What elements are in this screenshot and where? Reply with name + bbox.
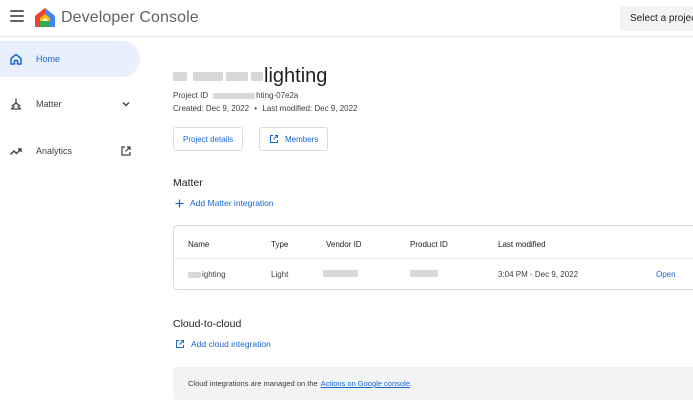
redacted-block	[226, 71, 248, 81]
cell-product-id	[410, 270, 438, 277]
modified-date: Last modified: Dec 9, 2022	[262, 104, 358, 113]
sidebar-item-analytics[interactable]: Analytics	[0, 133, 140, 169]
sidebar-item-label: Home	[36, 54, 61, 64]
trending-up-icon	[10, 148, 22, 155]
column-header-product-id: Product ID	[410, 240, 448, 249]
menu-icon[interactable]	[10, 10, 24, 24]
chevron-down-icon[interactable]	[120, 98, 132, 110]
project-id-label: Project ID	[173, 91, 209, 100]
redacted-block	[188, 271, 201, 278]
sidebar: Home Matter Analytics	[0, 37, 150, 413]
project-id: Project ID hting-07e2a	[173, 91, 298, 100]
redacted-block	[193, 71, 223, 81]
project-dates: Created: Dec 9, 2022 • Last modified: De…	[173, 104, 358, 113]
plus-icon	[175, 199, 184, 207]
open-integration-link[interactable]: Open	[656, 270, 676, 279]
date-separator: •	[254, 104, 258, 113]
matter-section-title: Matter	[173, 177, 203, 189]
redacted-block	[410, 270, 438, 277]
add-matter-integration-button[interactable]: Add Matter integration	[175, 198, 274, 208]
sidebar-item-home[interactable]: Home	[0, 41, 140, 77]
cell-name-text: ighting	[202, 270, 226, 279]
row-divider	[174, 258, 693, 259]
add-matter-label: Add Matter integration	[190, 198, 274, 208]
cell-name: ighting	[188, 270, 226, 279]
sidebar-item-label: Matter	[36, 99, 62, 109]
redacted-block	[173, 71, 187, 81]
cell-last-modified: 3:04 PM - Dec 9, 2022	[498, 270, 579, 279]
open-in-new-icon	[176, 340, 184, 348]
column-header-type: Type	[271, 240, 289, 249]
add-cloud-label: Add cloud integration	[191, 339, 271, 349]
created-date: Created: Dec 9, 2022	[173, 104, 250, 113]
home-icon	[10, 53, 22, 65]
cell-vendor-id	[323, 270, 358, 277]
cloud-info-banner: Cloud integrations are managed on the Ac…	[173, 367, 693, 400]
actions-on-google-link[interactable]: Actions on Google console	[321, 379, 410, 388]
sidebar-item-label: Analytics	[36, 146, 73, 156]
add-cloud-integration-button[interactable]: Add cloud integration	[175, 339, 271, 349]
cloud-section-title: Cloud-to-cloud	[173, 318, 242, 330]
redacted-block	[213, 92, 256, 99]
project-details-button[interactable]: Project details	[173, 127, 244, 151]
matter-integrations-table: Name Type Vendor ID Product ID Last modi…	[173, 225, 693, 290]
project-details-label: Project details	[183, 134, 234, 144]
google-home-logo-icon	[35, 8, 55, 27]
select-project-button[interactable]: Select a project	[620, 6, 693, 31]
sidebar-item-matter[interactable]: Matter	[0, 86, 140, 122]
app-title: Developer Console	[61, 9, 199, 26]
info-suffix: .	[409, 379, 412, 388]
column-header-vendor-id: Vendor ID	[326, 240, 362, 249]
page-title: lighting	[173, 65, 327, 87]
matter-icon	[10, 98, 22, 110]
open-in-new-icon[interactable]	[120, 145, 132, 157]
redacted-block	[251, 71, 263, 81]
top-app-bar: Developer Console Select a project	[0, 0, 693, 37]
column-header-last-modified: Last modified	[498, 240, 546, 249]
info-text: Cloud integrations are managed on the	[188, 379, 318, 388]
members-label: Members	[285, 134, 319, 144]
cell-type: Light	[271, 270, 289, 279]
project-title-text: lighting	[264, 64, 328, 87]
column-header-name: Name	[188, 240, 210, 249]
redacted-block	[323, 270, 358, 277]
open-in-new-icon	[270, 135, 278, 143]
members-button[interactable]: Members	[259, 127, 329, 151]
main-content: lighting Project ID hting-07e2a Created:…	[173, 37, 693, 413]
project-id-value: hting-07e2a	[256, 91, 299, 100]
